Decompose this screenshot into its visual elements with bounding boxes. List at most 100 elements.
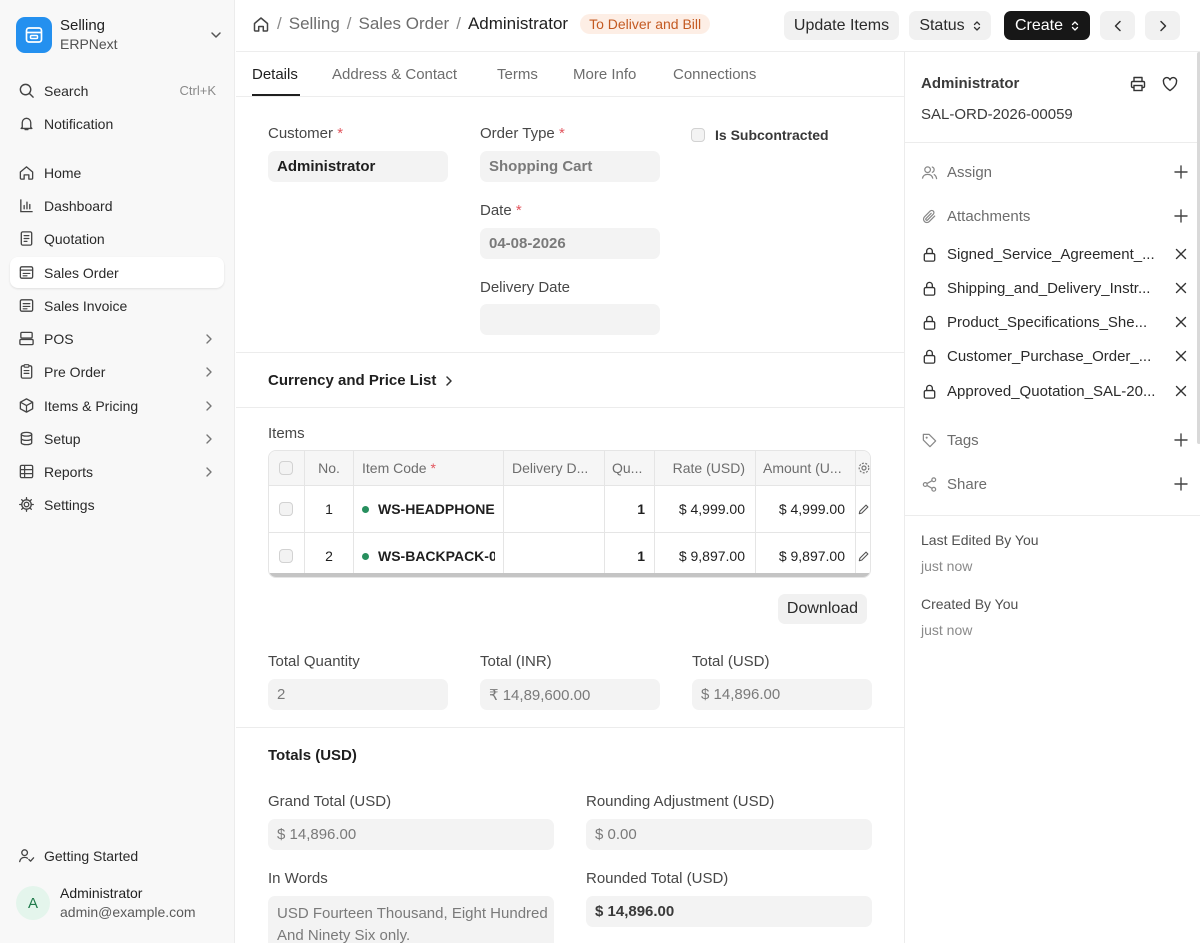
user-menu[interactable]: A Administrator admin@example.com <box>16 884 196 922</box>
row-item-code[interactable]: WS-BACKPACK-01 <box>362 533 495 577</box>
items-table-header: No. Item Code * Delivery D... Qu... Rate… <box>269 451 870 486</box>
panel-title: Administrator <box>921 75 1020 92</box>
sidebar-item-sales-order[interactable]: Sales Order <box>10 257 224 288</box>
customer-field[interactable]: Administrator <box>268 151 448 182</box>
getting-started-button[interactable]: Getting Started <box>10 840 224 871</box>
create-button-label: Create <box>1014 16 1064 34</box>
grid-settings-button[interactable] <box>857 451 870 485</box>
table-row[interactable]: 2 WS-BACKPACK-01 1 $ 9,897.00 $ 9,897.00 <box>269 533 870 577</box>
row-edit-button[interactable] <box>857 533 870 577</box>
download-button[interactable]: Download <box>778 594 867 624</box>
attachment-name[interactable]: Shipping_and_Delivery_Instr... <box>947 280 1167 297</box>
attachment-name[interactable]: Product_Specifications_She... <box>947 314 1167 331</box>
plus-icon[interactable] <box>1173 432 1189 448</box>
totals-section-title: Totals (USD) <box>268 747 357 764</box>
sidebar-item-items-pricing[interactable]: Items & Pricing <box>10 390 224 421</box>
plus-icon[interactable] <box>1173 208 1189 224</box>
date-field[interactable]: 04-08-2026 <box>480 228 660 259</box>
user-check-icon <box>17 847 35 865</box>
plus-icon[interactable] <box>1173 476 1189 492</box>
like-button[interactable] <box>1161 75 1179 93</box>
attachment-item[interactable]: Shipping_and_Delivery_Instr... <box>921 276 1189 300</box>
notification-button[interactable]: Notification <box>10 108 224 139</box>
close-icon[interactable] <box>1173 280 1189 296</box>
pos-terminal-icon <box>17 330 35 348</box>
print-button[interactable] <box>1129 75 1147 93</box>
close-icon[interactable] <box>1173 348 1189 364</box>
row-delivery-date[interactable] <box>512 486 602 532</box>
select-all-checkbox[interactable] <box>279 461 293 475</box>
chevron-right-icon <box>446 375 453 386</box>
next-document-button[interactable] <box>1145 11 1180 40</box>
attachment-name[interactable]: Signed_Service_Agreement_... <box>947 246 1167 263</box>
sidebar-item-home[interactable]: Home <box>10 157 224 188</box>
sidebar-item-settings[interactable]: Settings <box>10 489 224 520</box>
tab-more-info[interactable]: More Info <box>573 66 636 83</box>
search-button[interactable]: Search Ctrl+K <box>10 75 224 106</box>
row-checkbox[interactable] <box>279 549 293 563</box>
create-dropdown-button[interactable]: Create <box>1004 11 1090 40</box>
currency-price-list-section-toggle[interactable]: Currency and Price List <box>268 372 456 389</box>
table-row[interactable]: 1 WS-HEADPHONES 1 $ 4,999.00 $ 4,999.00 <box>269 486 870 533</box>
previous-document-button[interactable] <box>1100 11 1135 40</box>
sidebar-item-pos[interactable]: POS <box>10 323 224 354</box>
table-horizontal-scrollbar[interactable] <box>269 573 870 577</box>
tab-terms[interactable]: Terms <box>497 66 538 83</box>
attachment-item[interactable]: Signed_Service_Agreement_... <box>921 242 1189 266</box>
row-qty[interactable]: 1 <box>612 533 645 577</box>
row-rate[interactable]: $ 9,897.00 <box>655 533 745 577</box>
search-label: Search <box>44 82 89 99</box>
delivery-date-field[interactable] <box>480 304 660 335</box>
assign-row[interactable]: Assign <box>921 160 1189 184</box>
tags-row[interactable]: Tags <box>921 428 1189 452</box>
row-qty[interactable]: 1 <box>612 486 645 532</box>
col-qty: Qu... <box>612 460 643 476</box>
sidebar-item-dashboard[interactable]: Dashboard <box>10 190 224 221</box>
breadcrumb-selling[interactable]: Selling <box>289 14 340 34</box>
row-checkbox[interactable] <box>279 502 293 516</box>
tab-details[interactable]: Details <box>252 66 298 83</box>
gear-icon <box>17 496 35 514</box>
sidebar-item-quotation[interactable]: Quotation <box>10 223 224 254</box>
row-edit-button[interactable] <box>857 486 870 532</box>
tab-address-contact[interactable]: Address & Contact <box>332 66 457 83</box>
sidebar-item-label: POS <box>44 330 74 347</box>
breadcrumb-sales-order[interactable]: Sales Order <box>359 14 450 34</box>
plus-icon[interactable] <box>1173 164 1189 180</box>
sidebar-item-setup[interactable]: Setup <box>10 423 224 454</box>
row-item-code[interactable]: WS-HEADPHONES <box>362 486 495 532</box>
total-inr-label: Total (INR) <box>480 653 552 670</box>
order-type-field[interactable]: Shopping Cart <box>480 151 660 182</box>
attachment-name[interactable]: Customer_Purchase_Order_... <box>947 348 1167 365</box>
attachment-item[interactable]: Product_Specifications_She... <box>921 310 1189 334</box>
status-dropdown-button[interactable]: Status <box>909 11 991 40</box>
items-label: Items <box>268 425 305 442</box>
created-label: Created By You <box>921 596 1019 612</box>
row-delivery-date[interactable] <box>512 533 602 577</box>
attachment-item[interactable]: Customer_Purchase_Order_... <box>921 344 1189 368</box>
attachment-name[interactable]: Approved_Quotation_SAL-20... <box>947 383 1167 400</box>
attachment-item[interactable]: Approved_Quotation_SAL-20... <box>921 379 1189 403</box>
sidebar-item-label: Items & Pricing <box>44 397 139 414</box>
chevron-updown-icon <box>973 20 980 31</box>
close-icon[interactable] <box>1173 383 1189 399</box>
sidebar-item-label: Pre Order <box>44 363 106 380</box>
tab-connections[interactable]: Connections <box>673 66 756 83</box>
close-icon[interactable] <box>1173 314 1189 330</box>
lock-icon <box>923 247 936 262</box>
lock-icon <box>923 349 936 364</box>
share-row[interactable]: Share <box>921 472 1189 496</box>
is-subcontracted-checkbox[interactable] <box>691 128 705 142</box>
home-icon[interactable] <box>252 15 270 33</box>
close-icon[interactable] <box>1173 246 1189 262</box>
workspace-switcher[interactable]: Selling ERPNext <box>16 15 224 55</box>
bell-icon <box>17 115 35 133</box>
row-no: 1 <box>325 501 333 517</box>
sidebar-item-sales-invoice[interactable]: Sales Invoice <box>10 290 224 321</box>
update-items-button[interactable]: Update Items <box>784 11 899 40</box>
attachments-row[interactable]: Attachments <box>921 204 1189 228</box>
row-rate[interactable]: $ 4,999.00 <box>655 486 745 532</box>
sidebar-item-reports[interactable]: Reports <box>10 456 224 487</box>
sidebar-item-pre-order[interactable]: Pre Order <box>10 356 224 387</box>
section-divider <box>236 352 904 353</box>
